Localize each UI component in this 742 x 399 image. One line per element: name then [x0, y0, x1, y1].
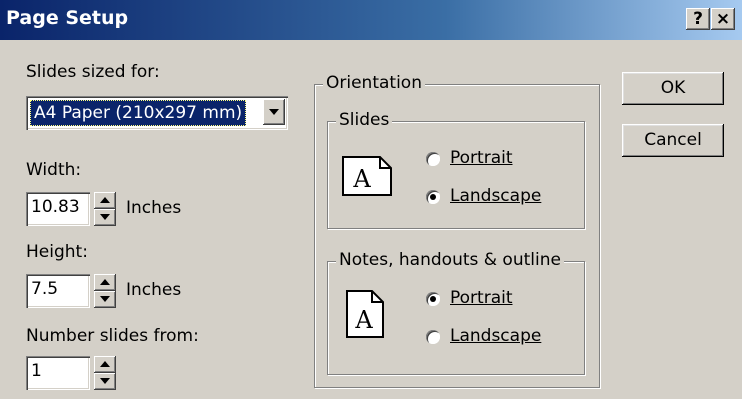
number-from-value: 1 [31, 361, 42, 381]
dropdown-button[interactable] [263, 99, 285, 125]
width-value: 10.83 [31, 197, 80, 217]
slides-group-title: Slides [336, 110, 393, 130]
spin-up-button[interactable] [94, 192, 116, 209]
help-button[interactable]: ? [686, 8, 710, 30]
spin-down-button[interactable] [94, 291, 116, 308]
page-letter: A [354, 306, 373, 334]
width-label: Width: [26, 160, 82, 180]
spin-up-button[interactable] [94, 356, 116, 373]
arrow-up-icon [100, 279, 110, 285]
notes-portrait-label[interactable]: Portrait [450, 288, 513, 308]
slides-landscape-radio[interactable] [426, 190, 440, 204]
notes-landscape-radio[interactable] [426, 330, 440, 344]
notes-portrait-radio[interactable] [426, 292, 440, 306]
notes-orientation-group: Notes, handouts & outline A Portrait Lan… [327, 250, 585, 375]
title-bar[interactable]: Page Setup ? × [0, 0, 742, 40]
slides-orientation-group: Slides A Portrait Landscape [327, 110, 585, 229]
portrait-page-icon: A [346, 290, 384, 338]
notes-landscape-label[interactable]: Landscape [450, 326, 541, 346]
close-button[interactable]: × [711, 8, 735, 30]
height-value: 7.5 [31, 279, 59, 299]
window-title: Page Setup [6, 7, 129, 29]
width-spinner[interactable] [94, 192, 116, 226]
orientation-group-title: Orientation [323, 73, 425, 93]
number-from-spinner[interactable] [94, 356, 116, 390]
number-slides-from-label: Number slides from: [26, 326, 199, 346]
slides-portrait-label[interactable]: Portrait [450, 148, 513, 168]
slides-portrait-radio[interactable] [426, 152, 440, 166]
height-input[interactable]: 7.5 [26, 274, 90, 308]
spin-down-button[interactable] [94, 209, 116, 226]
page-setup-dialog: Page Setup ? × Slides sized for: A4 Pape… [0, 0, 742, 399]
arrow-up-icon [100, 361, 110, 367]
arrow-up-icon [100, 197, 110, 203]
page-letter: A [352, 165, 371, 193]
arrow-down-icon [100, 296, 110, 302]
number-slides-from-input[interactable]: 1 [26, 356, 90, 390]
arrow-down-icon [100, 214, 110, 220]
combo-selected-value: A4 Paper (210x297 mm) [30, 100, 247, 126]
width-unit: Inches [126, 198, 182, 218]
slides-landscape-label[interactable]: Landscape [450, 186, 541, 206]
slides-sized-for-label: Slides sized for: [26, 62, 160, 82]
chevron-down-icon [269, 109, 279, 115]
arrow-down-icon [100, 378, 110, 384]
notes-group-title: Notes, handouts & outline [336, 250, 564, 270]
orientation-group: Orientation Slides A Portrait Landscape … [314, 73, 600, 388]
cancel-button[interactable]: Cancel [622, 124, 724, 157]
slides-sized-for-combo[interactable]: A4 Paper (210x297 mm) [26, 96, 288, 130]
landscape-page-icon: A [342, 156, 392, 196]
height-spinner[interactable] [94, 274, 116, 308]
spin-down-button[interactable] [94, 373, 116, 390]
spin-up-button[interactable] [94, 274, 116, 291]
ok-button[interactable]: OK [622, 72, 724, 105]
height-label: Height: [26, 242, 88, 262]
width-input[interactable]: 10.83 [26, 192, 90, 226]
height-unit: Inches [126, 280, 182, 300]
